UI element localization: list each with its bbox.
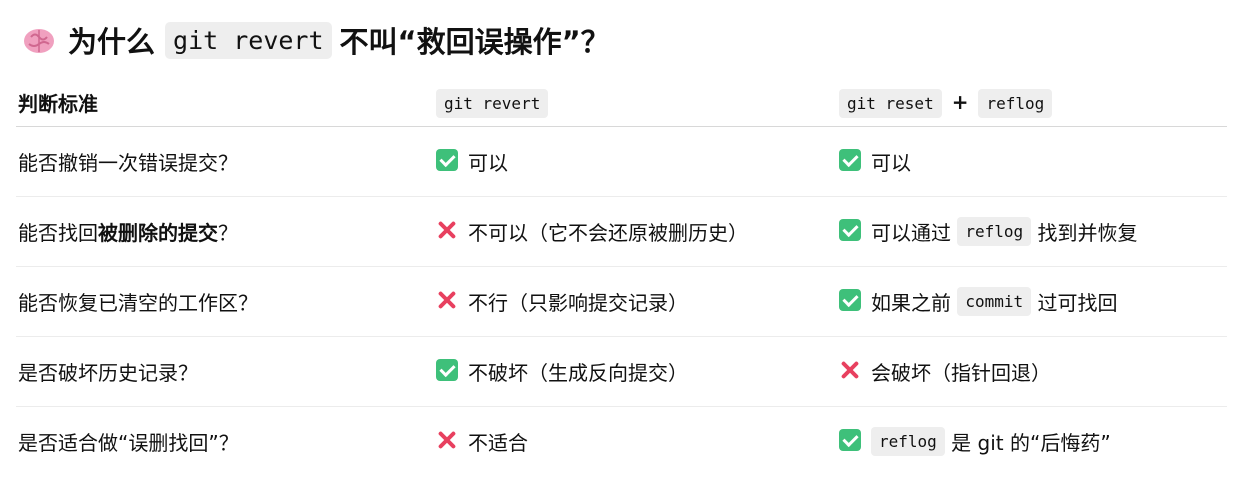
cross-icon xyxy=(839,359,861,381)
table-header-row: 判断标准 git revert git reset + reflog xyxy=(16,78,1227,127)
revert-cell: 不适合 xyxy=(434,407,837,477)
reset-code: commit xyxy=(957,287,1032,316)
comparison-table: 判断标准 git revert git reset + reflog 能否撤销一次错… xyxy=(16,78,1227,476)
reset-code: reflog xyxy=(957,217,1032,246)
check-icon xyxy=(839,219,861,241)
question-suffix: ？ xyxy=(218,221,238,245)
revert-cell: 不可以（它不会还原被删历史） xyxy=(434,196,837,267)
title-prefix: 为什么 xyxy=(68,25,156,59)
revert-text: 不破坏（生成反向提交） xyxy=(468,361,688,385)
reset-cell: 可以 xyxy=(837,126,1227,197)
header-reset-reflog: git reset + reflog xyxy=(837,78,1227,127)
header-reflog-code: reflog xyxy=(978,89,1053,118)
brain-icon xyxy=(24,29,54,53)
reset-cell: reflog 是 git 的“后悔药” xyxy=(837,407,1227,477)
revert-text: 不可以（它不会还原被删历史） xyxy=(468,221,748,245)
cross-icon xyxy=(436,289,458,311)
check-icon xyxy=(436,359,458,381)
header-criteria: 判断标准 xyxy=(16,78,434,127)
table-row: 是否破坏历史记录？ 不破坏（生成反向提交） 会破坏（指针回退） xyxy=(16,336,1227,407)
revert-cell: 不行（只影响提交记录） xyxy=(434,266,837,337)
revert-text: 可以 xyxy=(468,151,508,175)
table-row: 能否找回被删除的提交？ 不可以（它不会还原被删历史） 可以通过 reflog 找… xyxy=(16,196,1227,267)
check-icon xyxy=(839,289,861,311)
row-question: 是否适合做“误删找回”？ xyxy=(18,431,239,455)
check-icon xyxy=(839,149,861,171)
check-icon xyxy=(839,429,861,451)
reset-text-before: 如果之前 xyxy=(871,291,951,315)
question-emphasis: 被删除的提交 xyxy=(98,221,218,245)
cross-icon xyxy=(436,219,458,241)
revert-cell: 可以 xyxy=(434,126,837,197)
row-question: 是否破坏历史记录？ xyxy=(16,336,434,407)
reset-cell: 可以通过 reflog 找到并恢复 xyxy=(837,196,1227,267)
cross-icon xyxy=(436,429,458,451)
row-question: 能否找回被删除的提交？ xyxy=(16,196,434,267)
reset-text-after: 过可找回 xyxy=(1037,291,1118,315)
header-reset-code: git reset xyxy=(839,89,942,118)
reset-text-after: 找到并恢复 xyxy=(1037,221,1138,245)
check-icon xyxy=(436,149,458,171)
reset-text-before: 可以通过 xyxy=(871,221,951,245)
reset-cell: 会破坏（指针回退） xyxy=(837,336,1227,407)
header-plus: + xyxy=(951,90,969,114)
reset-text: 可以 xyxy=(871,151,911,175)
row-question: 能否撤销一次错误提交？ xyxy=(16,126,434,197)
header-revert: git revert xyxy=(434,78,837,127)
reset-code: reflog xyxy=(871,427,945,456)
header-revert-code: git revert xyxy=(436,89,549,118)
row-question: 能否恢复已清空的工作区？ xyxy=(16,266,434,337)
table-row: 能否恢复已清空的工作区？ 不行（只影响提交记录） 如果之前 commit 过可找… xyxy=(16,266,1227,337)
revert-text: 不适合 xyxy=(468,431,528,455)
revert-text: 不行（只影响提交记录） xyxy=(468,291,688,315)
reset-cell: 如果之前 commit 过可找回 xyxy=(837,266,1227,337)
page-title: 为什么 git revert 不叫“救回误操作”？ xyxy=(22,14,610,66)
reset-text-after: 是 git 的“后悔药” xyxy=(951,431,1111,455)
reset-text: 会破坏（指针回退） xyxy=(871,361,1051,385)
question-prefix: 能否找回 xyxy=(18,221,98,245)
title-suffix: 不叫“救回误操作”？ xyxy=(339,25,610,59)
revert-cell: 不破坏（生成反向提交） xyxy=(434,336,837,407)
title-code: git revert xyxy=(165,21,332,59)
table-row: 是否适合做“误删找回”？ 不适合 reflog 是 git 的“后悔药” xyxy=(16,407,1227,477)
table-row: 能否撤销一次错误提交？ 可以 可以 xyxy=(16,126,1227,197)
